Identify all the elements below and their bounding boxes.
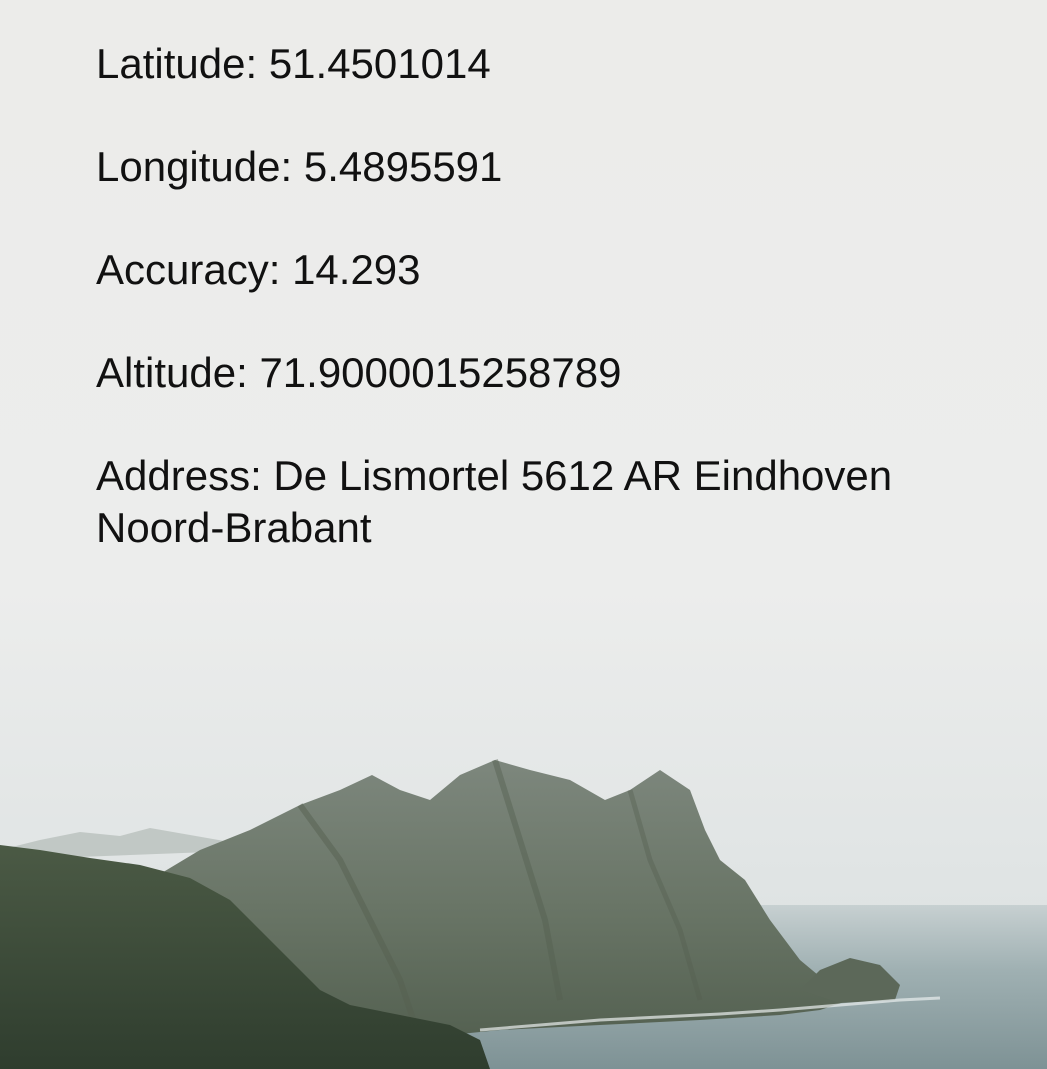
latitude-text: Latitude: 51.4501014: [96, 38, 491, 90]
accuracy-text: Accuracy: 14.293: [96, 244, 421, 296]
longitude-text: Longitude: 5.4895591: [96, 141, 502, 193]
address-text: Address: De Lismortel 5612 AR Eindhoven N…: [96, 450, 916, 554]
accuracy-value: 14.293: [292, 246, 421, 293]
longitude-value: 5.4895591: [303, 143, 503, 190]
accuracy-label: Accuracy:: [96, 246, 281, 293]
altitude-label: Altitude:: [96, 349, 248, 396]
latitude-value: 51.4501014: [268, 40, 491, 87]
altitude-value: 71.9000015258789: [259, 349, 622, 396]
altitude-text: Altitude: 71.9000015258789: [96, 347, 621, 399]
address-line2: Noord-Brabant: [96, 504, 372, 551]
latitude-label: Latitude:: [96, 40, 258, 87]
address-line1: De Lismortel 5612 AR Eindhoven: [273, 452, 893, 499]
address-label: Address:: [96, 452, 262, 499]
longitude-label: Longitude:: [96, 143, 293, 190]
